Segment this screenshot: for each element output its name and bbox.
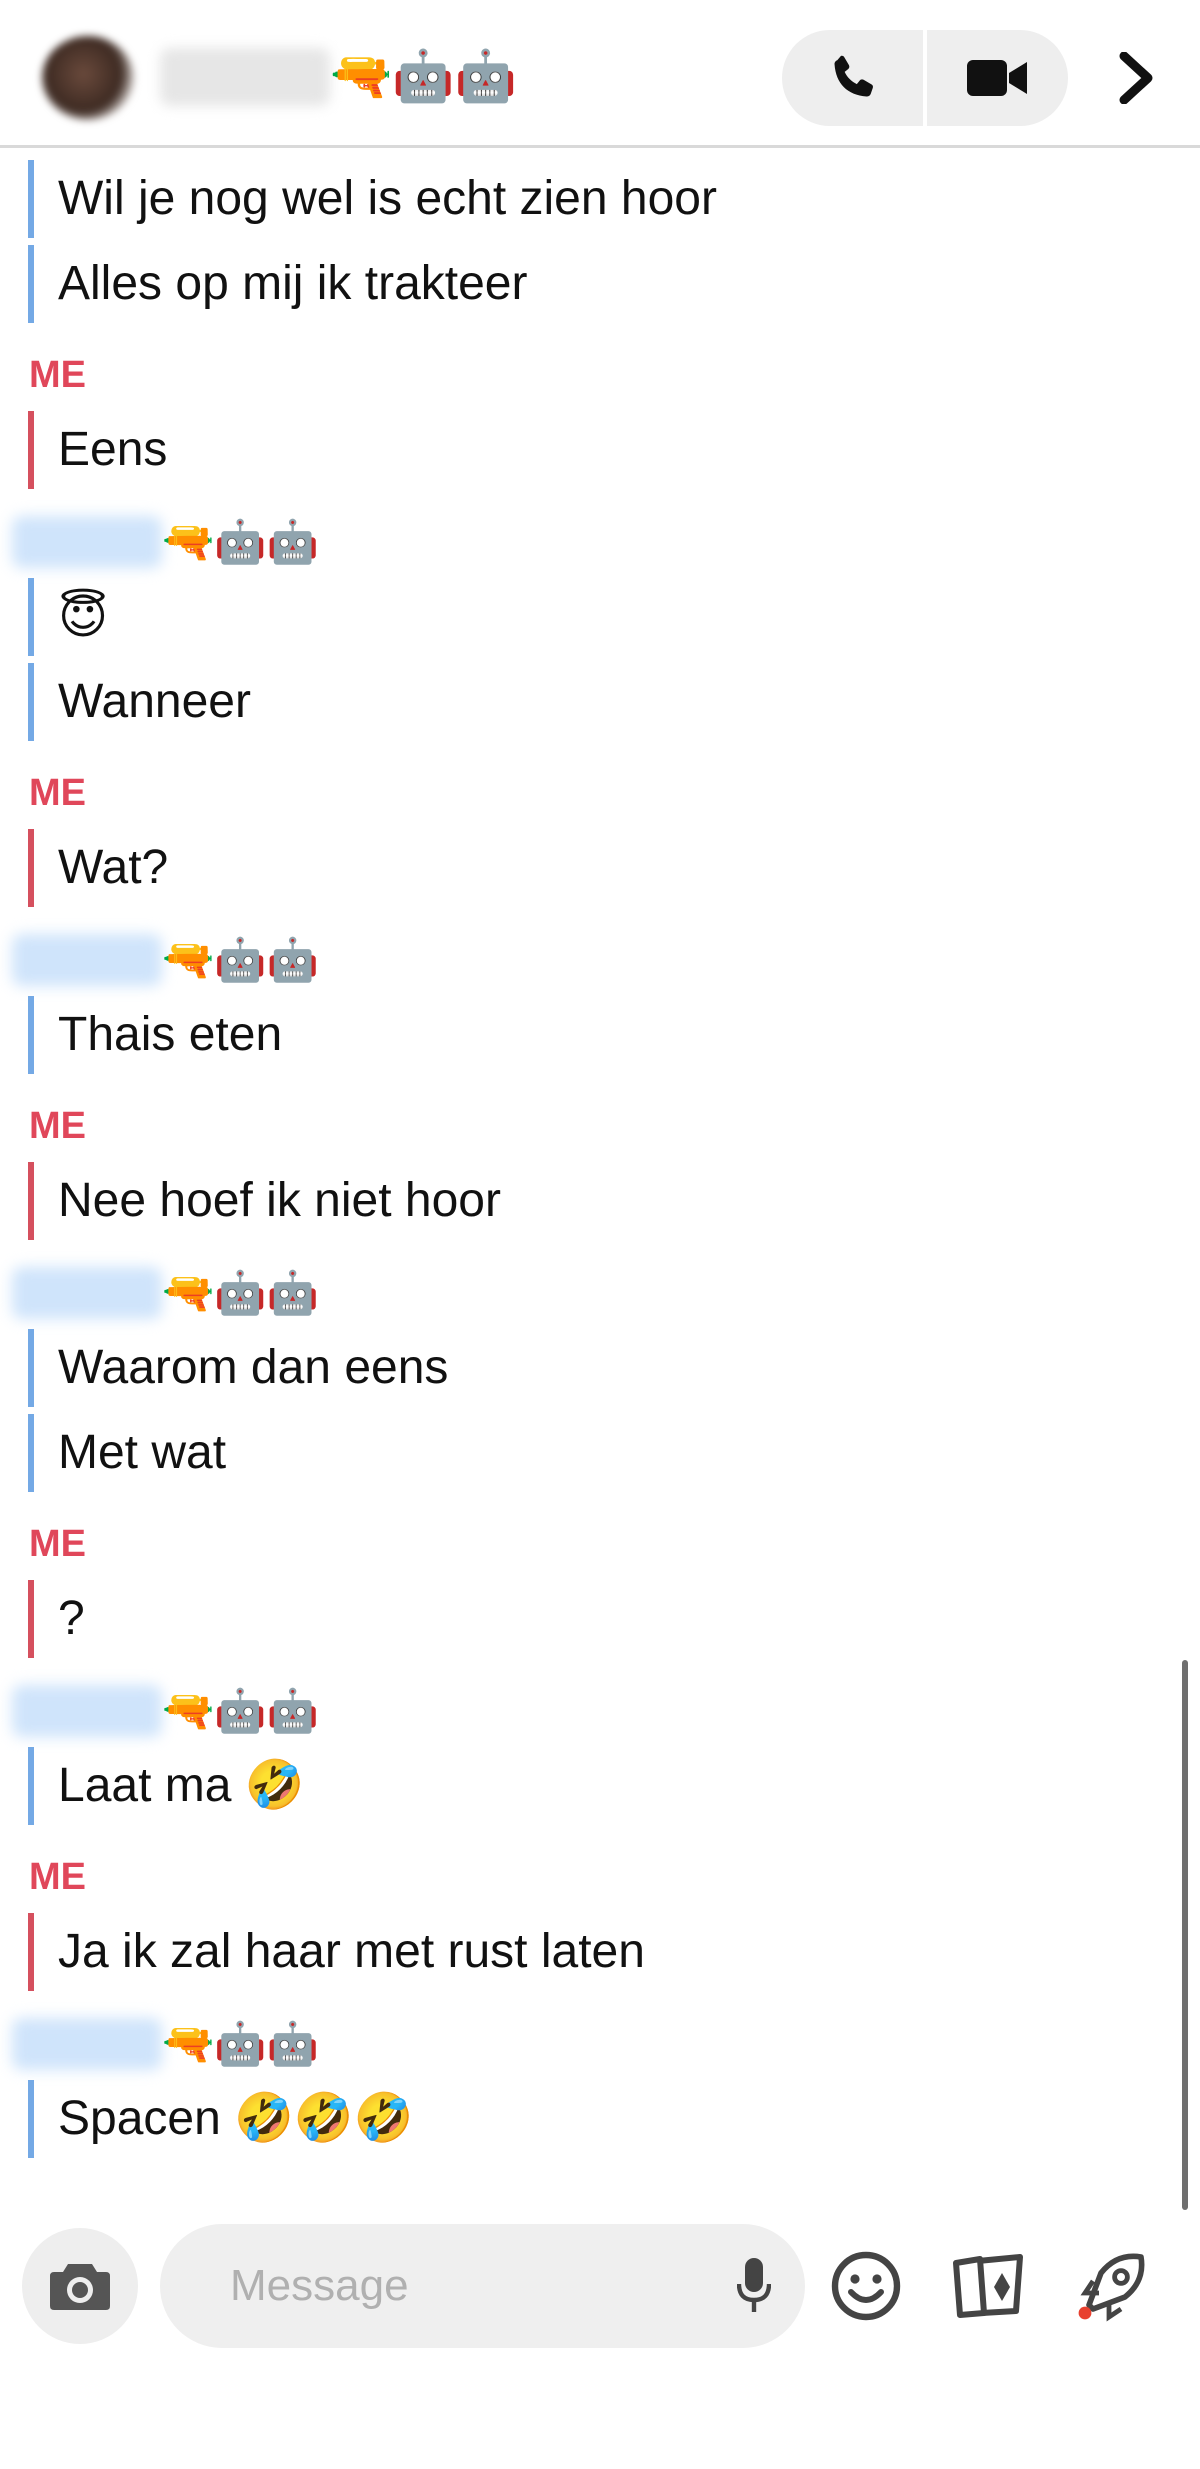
my-message[interactable]: Nee hoef ik niet hoor — [28, 1162, 1128, 1240]
friend-message[interactable]: Thais eten — [28, 996, 1128, 1074]
friend-name-emojis: 🔫🤖🤖 — [162, 935, 319, 984]
friend-name-emojis: 🔫🤖🤖 — [162, 1268, 319, 1317]
friend-message[interactable]: Wanneer — [28, 663, 1128, 741]
call-button-group — [782, 30, 1068, 126]
friend-name-redacted — [12, 2018, 162, 2070]
voice-note-button[interactable] — [720, 2252, 788, 2320]
contact-avatar[interactable] — [42, 36, 134, 120]
friend-name-redacted — [12, 1267, 162, 1319]
friend-name-emojis: 🔫🤖🤖 — [162, 517, 319, 566]
smiley-icon — [831, 2251, 901, 2321]
friend-message[interactable]: Laat ma 🤣 — [28, 1747, 1128, 1825]
sender-label-me: ME — [29, 354, 86, 396]
friend-message[interactable]: Wil je nog wel is echt zien hoor — [28, 160, 1128, 238]
bitmoji-rocket-icon — [1078, 2253, 1145, 2322]
friend-message[interactable]: Alles op mij ik trakteer — [28, 245, 1128, 323]
my-message[interactable]: Eens — [28, 411, 1128, 489]
friend-message[interactable]: Met wat — [28, 1414, 1128, 1492]
my-message[interactable]: ? — [28, 1580, 1128, 1658]
friend-name-redacted — [12, 934, 162, 986]
video-call-button[interactable] — [927, 30, 1068, 126]
friend-name-emojis: 🔫🤖🤖 — [162, 1686, 319, 1735]
phone-icon — [834, 55, 873, 97]
sender-label-me: ME — [29, 1523, 86, 1565]
microphone-icon — [737, 2258, 771, 2312]
friend-name-redacted — [12, 516, 162, 568]
message-composer — [0, 2210, 1200, 2469]
camera-button[interactable] — [22, 2228, 138, 2344]
chevron-right-icon — [1119, 52, 1153, 104]
sender-label-me: ME — [29, 1856, 86, 1898]
contact-name-redacted[interactable] — [160, 48, 330, 106]
cards-button[interactable] — [946, 2246, 1030, 2326]
my-message[interactable]: Wat? — [28, 829, 1128, 907]
message-input[interactable] — [230, 2254, 700, 2318]
cards-icon — [953, 2254, 1023, 2318]
message-input-wrapper[interactable] — [160, 2224, 805, 2348]
emoji-button[interactable] — [826, 2246, 906, 2326]
bitmoji-button[interactable] — [1068, 2240, 1158, 2330]
friend-name-redacted — [12, 1685, 162, 1737]
contact-name-emojis[interactable]: 🔫🤖🤖 — [330, 44, 517, 108]
more-options-button[interactable] — [1100, 36, 1172, 120]
thread-scrollbar[interactable] — [1182, 1660, 1188, 2210]
friend-message[interactable]: 😇 — [28, 578, 1128, 656]
friend-message[interactable]: Waarom dan eens — [28, 1329, 1128, 1407]
sender-label-me: ME — [29, 772, 86, 814]
voice-call-button[interactable] — [782, 30, 923, 126]
friend-message[interactable]: Spacen 🤣🤣🤣 — [28, 2080, 1128, 2158]
friend-name-emojis: 🔫🤖🤖 — [162, 2019, 319, 2068]
chat-header: 🔫🤖🤖 — [0, 0, 1200, 148]
video-camera-icon — [966, 60, 1027, 96]
sender-label-me: ME — [29, 1105, 86, 1147]
camera-icon — [50, 2264, 110, 2310]
my-message[interactable]: Ja ik zal haar met rust laten — [28, 1913, 1128, 1991]
